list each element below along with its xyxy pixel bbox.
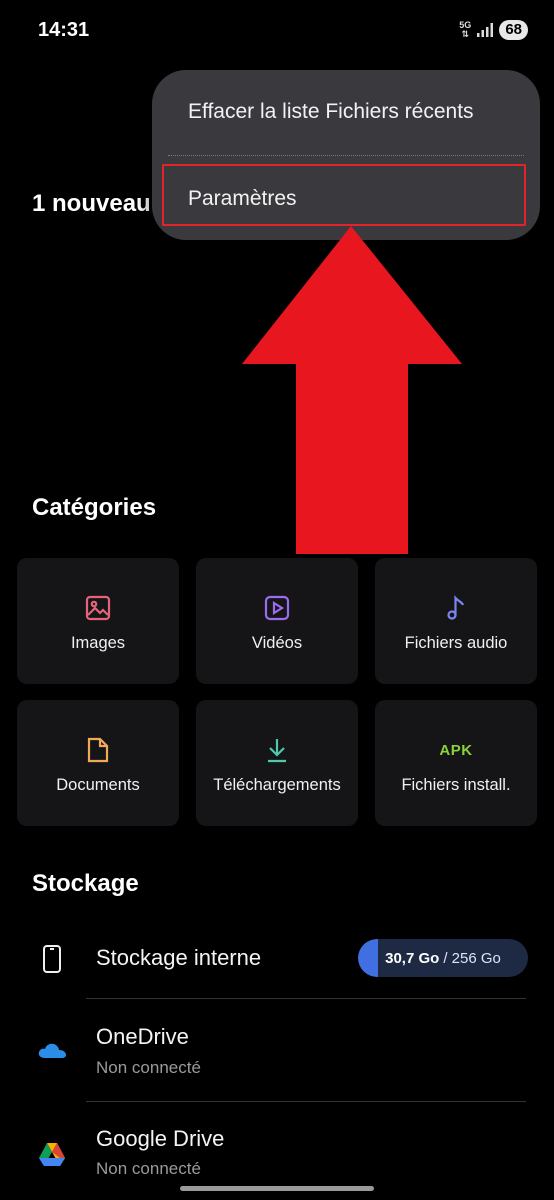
- document-icon: [87, 737, 109, 763]
- menu-item-clear-recent[interactable]: Effacer la liste Fichiers récents: [188, 100, 474, 124]
- storage-internal-name[interactable]: Stockage interne: [96, 945, 261, 971]
- category-images[interactable]: Images: [17, 558, 179, 684]
- list-divider: [86, 998, 526, 999]
- image-icon: [85, 595, 111, 621]
- onedrive-icon: [38, 1043, 66, 1058]
- onedrive-status: Non connecté: [96, 1058, 201, 1077]
- category-label: Images: [70, 634, 126, 652]
- menu-item-settings[interactable]: Paramètres: [188, 187, 297, 211]
- menu-divider: [168, 155, 524, 156]
- storage-title: Stockage: [32, 870, 139, 897]
- storage-total: / 256 Go: [443, 949, 501, 967]
- category-label: Fichiers audio: [404, 634, 508, 652]
- category-label: Documents: [56, 776, 140, 794]
- category-downloads[interactable]: Téléchargements: [196, 700, 358, 826]
- onedrive-name[interactable]: OneDrive: [96, 1024, 189, 1050]
- categories-title: Catégories: [32, 494, 157, 521]
- red-arrow-annotation: [242, 226, 462, 554]
- list-divider: [86, 1101, 526, 1102]
- signal-icon: [477, 23, 494, 37]
- category-documents[interactable]: Documents: [17, 700, 179, 826]
- video-icon: [264, 595, 290, 621]
- category-install-files[interactable]: APK Fichiers install.: [375, 700, 537, 826]
- phone-icon: [43, 945, 61, 973]
- music-note-icon: [447, 595, 465, 620]
- category-label: Fichiers install.: [401, 776, 511, 794]
- status-time: 14:31: [38, 19, 90, 41]
- status-icons: 5G ⇅ 68: [459, 20, 528, 40]
- category-label: Téléchargements: [213, 776, 341, 794]
- category-label: Vidéos: [251, 634, 303, 652]
- category-audio[interactable]: Fichiers audio: [375, 558, 537, 684]
- google-drive-name[interactable]: Google Drive: [96, 1126, 224, 1152]
- recent-files-title: 1 nouveau: [32, 190, 151, 217]
- download-icon: [268, 739, 286, 763]
- google-drive-status: Non connecté: [96, 1159, 201, 1178]
- storage-usage-badge[interactable]: 30,7 Go / 256 Go: [358, 939, 528, 977]
- battery-badge: 68: [499, 20, 528, 40]
- google-drive-icon: [39, 1143, 65, 1166]
- network-indicator: 5G ⇅: [459, 21, 471, 39]
- storage-used: 30,7 Go: [385, 949, 440, 967]
- overflow-menu: Effacer la liste Fichiers récents Paramè…: [152, 70, 540, 240]
- home-indicator[interactable]: [180, 1186, 374, 1191]
- apk-icon: APK: [439, 741, 473, 759]
- category-videos[interactable]: Vidéos: [196, 558, 358, 684]
- data-arrows-icon: ⇅: [461, 29, 470, 39]
- storage-usage-text: 30,7 Go / 256 Go: [358, 939, 528, 977]
